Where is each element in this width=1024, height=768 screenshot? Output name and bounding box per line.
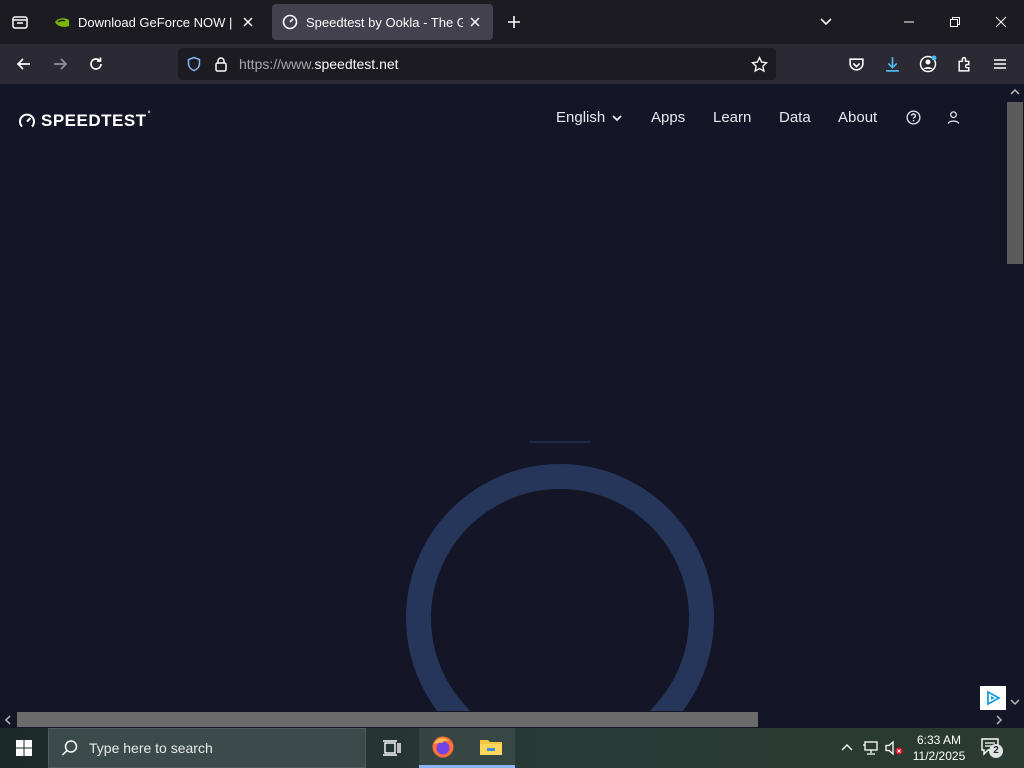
user-icon: [947, 111, 960, 124]
vertical-scroll-thumb[interactable]: [1007, 102, 1023, 264]
clock-date: 11/2/2025: [912, 749, 966, 763]
plus-icon: [508, 16, 520, 28]
puzzle-icon: [957, 56, 969, 72]
scroll-up-arrow-icon: [1010, 88, 1020, 95]
chevron-down-icon: [612, 115, 623, 122]
account-button[interactable]: [912, 48, 944, 80]
folder-icon: [480, 739, 502, 755]
minimize-icon: [904, 21, 914, 23]
search-icon: [61, 740, 78, 756]
taskbar-firefox[interactable]: [419, 728, 467, 768]
lock-icon[interactable]: [213, 56, 229, 72]
logo-text: SPEEDTEST: [41, 111, 147, 130]
url-protocol: https://www.: [239, 56, 315, 72]
shield-icon[interactable]: [186, 56, 202, 72]
horizontal-scroll-thumb[interactable]: [17, 712, 758, 727]
windows-taskbar: Type here to search 6:33 AM 11/2/2025 2: [0, 728, 1024, 768]
navigation-toolbar: https://www.speedtest.net: [0, 44, 1024, 84]
arrow-left-icon: [16, 58, 30, 70]
restore-button[interactable]: [932, 0, 978, 44]
tabs-overflow-button[interactable]: [812, 8, 840, 36]
new-tab-button[interactable]: [500, 8, 528, 36]
restore-icon: [950, 17, 960, 27]
network-button[interactable]: [861, 738, 881, 758]
close-window-button[interactable]: [978, 0, 1024, 44]
url-text[interactable]: https://www.speedtest.net: [239, 56, 399, 72]
task-view-icon: [383, 740, 401, 756]
tab-title: Speedtest by Ookla - The Global Broadban…: [306, 14, 463, 30]
search-placeholder: Type here to search: [89, 740, 213, 756]
speed-gauge-ring[interactable]: [406, 464, 714, 711]
speedtest-icon: [282, 14, 298, 30]
horizontal-scrollbar[interactable]: [0, 711, 1024, 728]
start-button[interactable]: [0, 728, 48, 768]
taskbar-search-box[interactable]: Type here to search: [48, 728, 366, 768]
show-hidden-icons-button[interactable]: [837, 738, 857, 758]
pocket-button[interactable]: [840, 48, 872, 80]
nav-data[interactable]: Data: [779, 109, 811, 129]
close-icon: [243, 17, 253, 27]
vertical-scrollbar[interactable]: [1006, 84, 1024, 711]
address-bar[interactable]: https://www.speedtest.net: [178, 48, 776, 80]
task-view-button[interactable]: [368, 728, 416, 768]
taskbar-clock[interactable]: 6:33 AM 11/2/2025: [906, 732, 972, 764]
action-center-button[interactable]: 2: [980, 736, 1004, 760]
windows-logo-icon: [16, 740, 32, 756]
loading-indicator: [529, 441, 591, 443]
reload-icon: [90, 57, 102, 70]
firefox-icon: [432, 736, 454, 757]
hamburger-icon: [994, 59, 1006, 69]
chevron-up-icon: [841, 744, 853, 751]
speedtest-logo[interactable]: SPEEDTEST °: [18, 111, 151, 131]
list-all-tabs-button[interactable]: [4, 6, 36, 38]
bookmark-star-icon[interactable]: [751, 56, 768, 73]
clock-time: 6:33 AM: [916, 733, 962, 747]
help-icon: [906, 110, 921, 125]
adchoices-button[interactable]: [980, 686, 1006, 710]
tab-strip: Download GeForce NOW | NVIDIA Speedtest …: [0, 0, 1024, 44]
tab-list-icon: [12, 16, 28, 29]
close-icon: [470, 17, 480, 27]
language-label: English: [556, 109, 606, 126]
nav-language[interactable]: English: [556, 109, 623, 129]
url-domain: speedtest.net: [314, 56, 399, 72]
pocket-icon: [848, 57, 864, 71]
tab-close-button[interactable]: [240, 14, 256, 30]
nav-apps[interactable]: Apps: [651, 109, 685, 129]
network-icon: [863, 741, 878, 755]
chevron-down-icon: [820, 18, 832, 26]
arrow-right-icon: [54, 58, 68, 70]
trademark-mark: °: [147, 111, 151, 118]
tab-speedtest[interactable]: Speedtest by Ookla - The Global Broadban…: [272, 4, 493, 40]
download-icon: [885, 56, 899, 72]
close-icon: [995, 16, 1007, 28]
account-profile-button[interactable]: [946, 110, 961, 130]
notification-count-badge: 2: [989, 744, 1003, 758]
menu-button[interactable]: [984, 48, 1016, 80]
scroll-right-arrow-icon: [996, 715, 1003, 725]
scroll-down-arrow-icon: [1010, 699, 1020, 706]
help-button[interactable]: [906, 110, 921, 130]
tab-close-button[interactable]: [467, 14, 483, 30]
nav-about[interactable]: About: [838, 109, 877, 129]
forward-button[interactable]: [44, 48, 76, 80]
volume-muted-icon: [885, 740, 903, 756]
taskbar-file-explorer[interactable]: [467, 728, 515, 768]
downloads-button[interactable]: [876, 48, 908, 80]
speedtest-gauge-icon: [19, 113, 35, 128]
account-icon: [919, 55, 937, 73]
nav-learn[interactable]: Learn: [713, 109, 751, 129]
minimize-button[interactable]: [886, 0, 932, 44]
extensions-button[interactable]: [948, 48, 980, 80]
tab-title: Download GeForce NOW | NVIDIA: [78, 14, 236, 30]
volume-button[interactable]: [884, 738, 904, 758]
page-content: SPEEDTEST ° English Apps Learn Data About: [0, 84, 1006, 711]
tab-geforce-now[interactable]: Download GeForce NOW | NVIDIA: [44, 4, 266, 40]
back-button[interactable]: [8, 48, 40, 80]
reload-button[interactable]: [80, 48, 112, 80]
scroll-left-arrow-icon: [4, 715, 11, 725]
nvidia-icon: [55, 18, 69, 27]
adchoices-icon: [987, 690, 1001, 706]
